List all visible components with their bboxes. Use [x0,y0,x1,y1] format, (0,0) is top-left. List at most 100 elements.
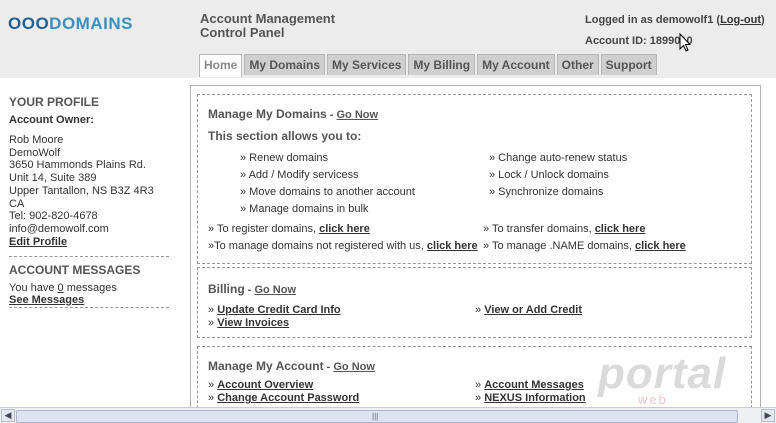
billing-heading: Billing - Go Now [208,282,296,296]
change-password-line: » Change Account Password [208,392,359,404]
arrow: » [475,379,485,391]
change-password-link[interactable]: Change Account Password [217,392,359,404]
arrow: » [475,392,485,404]
logged-in-suffix: ) [761,14,765,26]
transfer-line: » To transfer domains, click here [483,223,645,235]
divider [9,255,169,257]
address-line: Unit 14, Suite 389 [9,172,97,185]
transfer-text: » To transfer domains, [483,223,595,235]
arrow: » [208,304,218,316]
scrollbar-thumb[interactable]: ||| [16,410,738,423]
horizontal-scrollbar[interactable]: ◀ ||| ▶ [0,407,776,423]
account-overview-link[interactable]: Account Overview [217,379,313,391]
profile-heading: YOUR PROFILE [9,95,100,109]
watermark-line1: portal [598,349,727,398]
login-info: Logged in as demowolf1 (Log-out) Account… [585,13,765,48]
tab-my-services[interactable]: My Services [327,54,407,75]
not-registered-text: »To manage domains not registered with u… [208,240,427,252]
address-line: info@demowolf.com [9,222,109,235]
tab-other[interactable]: Other [556,54,599,75]
logo[interactable]: OOODOMAINS [8,14,133,34]
address-line: Tel: 902-820-4678 [9,210,98,223]
mouse-cursor-icon [679,33,691,52]
register-line: » To register domains, click here [208,223,370,235]
owner-heading: Account Owner: [9,114,94,126]
billing-go-now-link[interactable]: Go Now [254,284,296,296]
arrow: » [475,304,485,316]
name-domains-line: » To manage .NAME domains, click here [483,240,686,252]
address-line: Rob Moore [9,134,64,146]
header: OOODOMAINS Account Management Control Pa… [0,0,776,78]
messages-line: » Account Messages [475,379,584,391]
register-click-here-link[interactable]: click here [319,223,370,235]
tab-my-domains[interactable]: My Domains [244,54,326,75]
not-registered-line: »To manage domains not registered with u… [208,240,478,252]
list-item: » Synchronize domains [489,186,604,198]
address-line: DemoWolf [9,146,61,159]
scroll-left-arrow-icon[interactable]: ◀ [1,409,15,422]
messages-count-text: You have 0 messages [9,282,169,294]
register-text: » To register domains, [208,223,320,235]
arrow: » [208,317,218,329]
account-messages-link[interactable]: Account Messages [484,379,584,391]
not-registered-click-here-link[interactable]: click here [427,240,478,252]
account-go-now-link[interactable]: Go Now [333,361,375,373]
domains-heading: Manage My Domains - Go Now [208,107,378,121]
account-title: Manage My Account [208,359,324,373]
list-item: » Renew domains [240,152,329,164]
arrow: » [208,392,218,404]
nexus-information-link[interactable]: NEXUS Information [484,392,585,404]
sidebar: YOUR PROFILE Account Owner: Rob Moore De… [9,95,169,314]
see-messages-link[interactable]: See Messages [9,294,84,306]
list-item: » Manage domains in bulk [240,203,369,215]
account-id: Account ID: 1899010 [585,35,693,47]
logo-part2: DOMAINS [49,14,133,33]
name-domains-click-here-link[interactable]: click here [635,240,686,252]
tab-support[interactable]: Support [600,54,657,75]
tab-bar: Home My Domains My Services My Billing M… [199,54,659,77]
scroll-right-arrow-icon[interactable]: ▶ [761,409,775,422]
view-add-credit-link[interactable]: View or Add Credit [484,304,582,316]
billing-panel: Billing - Go Now » Update Credit Card In… [197,267,752,338]
view-credit-line: » View or Add Credit [475,304,582,316]
domains-intro: This section allows you to: [208,129,362,143]
account-heading: Manage My Account - Go Now [208,359,375,373]
list-item: » Change auto-renew status [489,152,628,164]
messages-pre: You have [9,281,58,294]
title-line2: Control Panel [200,25,285,40]
view-invoices-link[interactable]: View Invoices [217,317,289,329]
list-item: » Move domains to another account [240,186,415,198]
overview-line: » Account Overview [208,379,313,391]
owner-address: Rob Moore DemoWolf 3650 Hammonds Plains … [9,134,169,236]
messages-post: messages [63,281,117,294]
name-domains-text: » To manage .NAME domains, [483,240,636,252]
title-line1: Account Management [200,11,336,26]
domains-go-now-link[interactable]: Go Now [336,109,378,121]
address-line: 3650 Hammonds Plains Rd. [9,159,146,172]
arrow: » [208,379,218,391]
tab-my-account[interactable]: My Account [477,54,555,75]
tab-home[interactable]: Home [199,54,243,77]
domains-title: Manage My Domains [208,107,327,121]
dash: - [244,284,255,296]
domains-panel: Manage My Domains - Go Now This section … [197,94,752,264]
list-item: » Lock / Unlock domains [489,169,609,181]
transfer-click-here-link[interactable]: click here [595,223,646,235]
dash: - [323,361,334,373]
billing-title: Billing [208,282,245,296]
address-line: Upper Tantallon, NS B3Z 4R3 [9,184,154,197]
tab-my-billing[interactable]: My Billing [408,54,476,75]
update-cc-line: » Update Credit Card Info [208,304,341,316]
logout-link[interactable]: Log-out [720,14,761,26]
scrollbar-grip-icon: ||| [372,412,379,421]
view-invoices-line: » View Invoices [208,317,289,329]
list-item: » Add / Modify servicess [240,169,359,181]
nexus-line: » NEXUS Information [475,392,586,404]
logo-part1: OOO [8,14,50,33]
page-title: Account Management Control Panel [200,12,335,40]
address-line: CA [9,197,25,210]
messages-heading: ACCOUNT MESSAGES [9,262,141,277]
edit-profile-link[interactable]: Edit Profile [9,236,67,248]
divider [9,306,169,308]
update-credit-card-link[interactable]: Update Credit Card Info [217,304,340,316]
